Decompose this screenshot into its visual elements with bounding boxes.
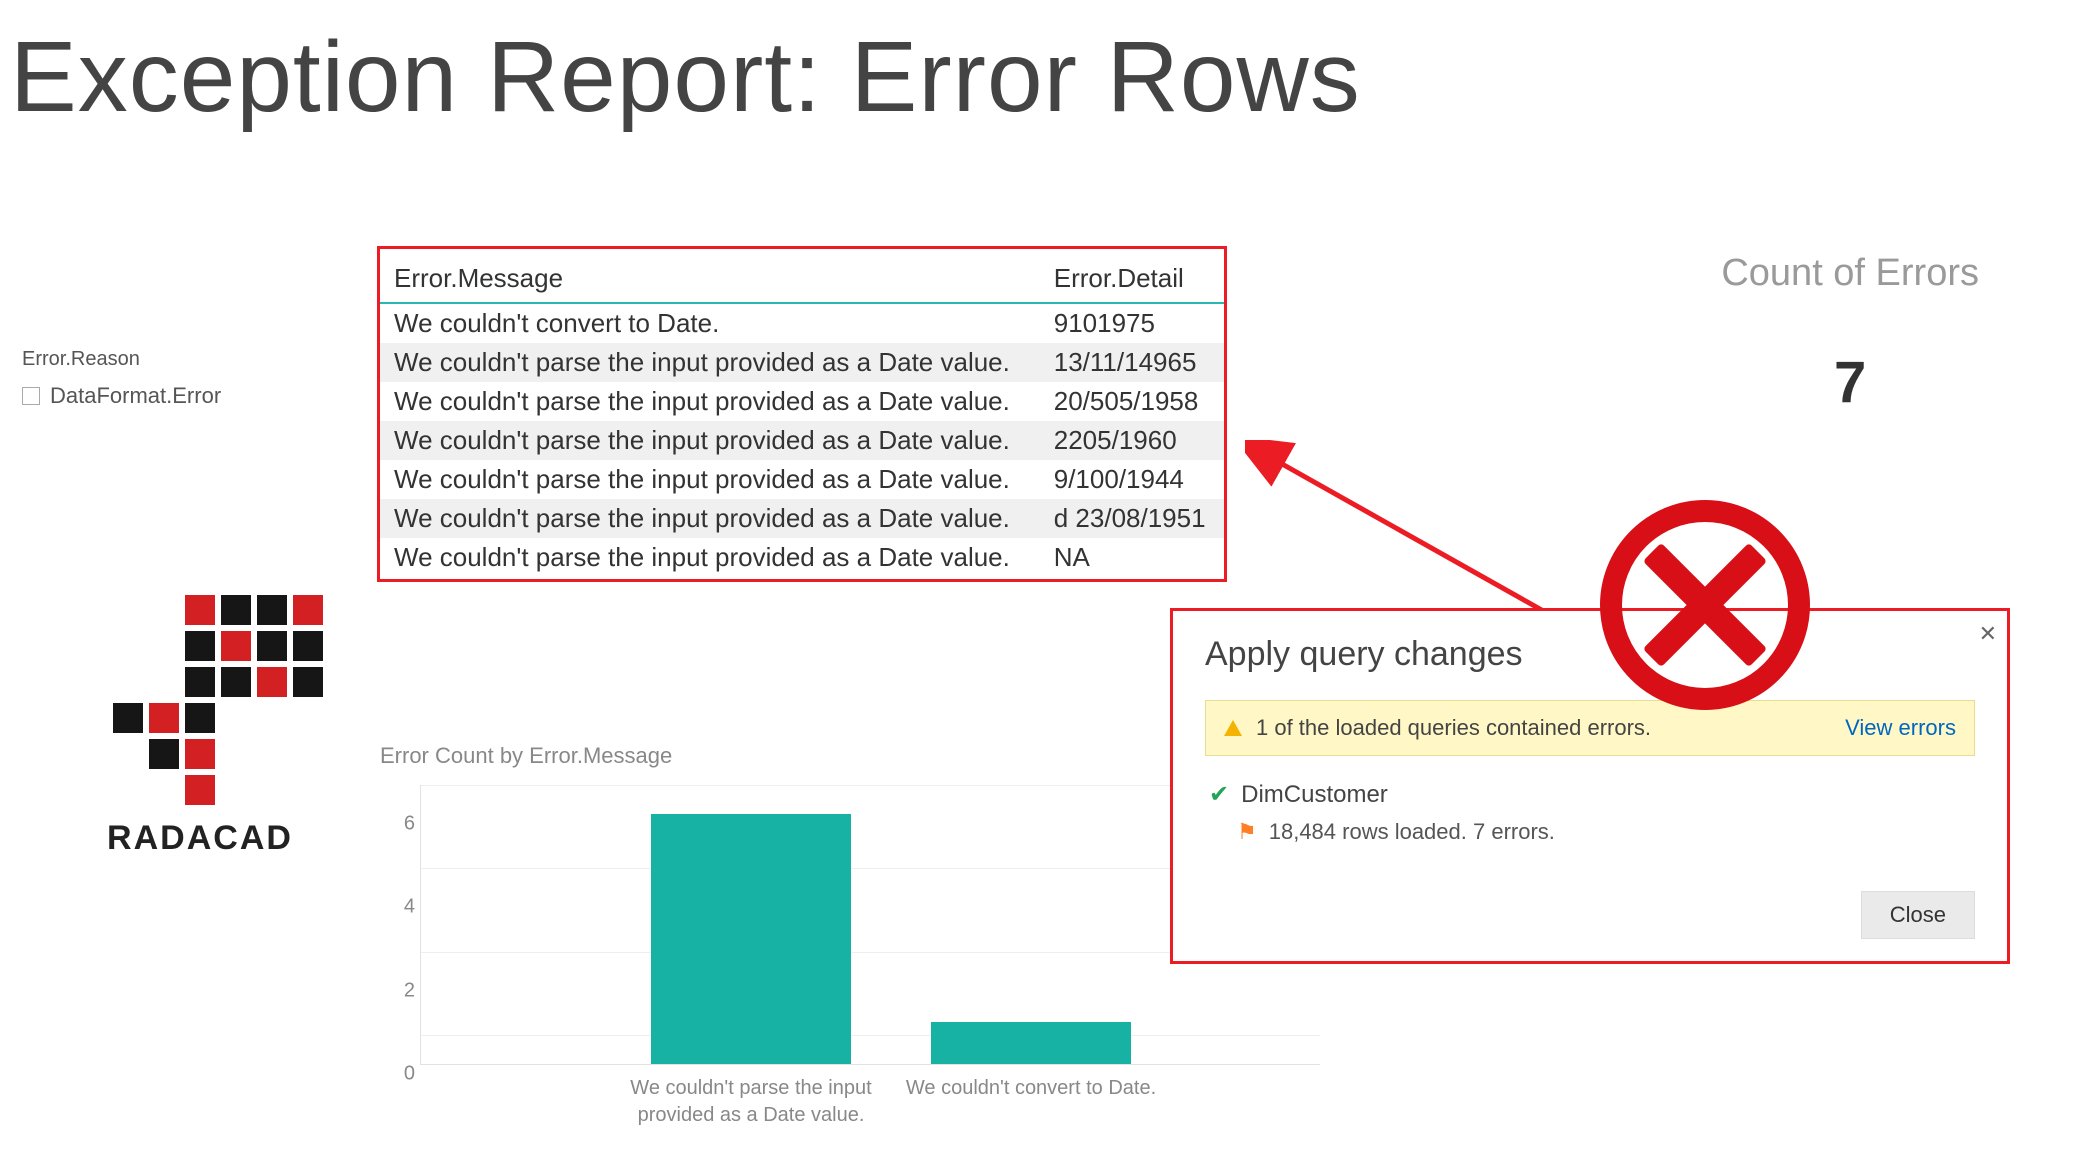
flag-icon: ⚑ [1237, 819, 1257, 845]
query-detail-text: 18,484 rows loaded. 7 errors. [1269, 819, 1555, 845]
cell-detail: 13/11/14965 [1040, 343, 1224, 382]
table-row[interactable]: We couldn't parse the input provided as … [380, 343, 1224, 382]
chart-bar[interactable] [931, 1022, 1131, 1064]
warning-text: 1 of the loaded queries contained errors… [1256, 715, 1651, 741]
checkbox-icon[interactable] [22, 387, 40, 405]
warning-icon [1224, 720, 1242, 736]
table-row[interactable]: We couldn't convert to Date.9101975 [380, 303, 1224, 343]
apply-query-changes-dialog: ✕ Apply query changes 1 of the loaded qu… [1170, 608, 2010, 964]
cell-detail: 9/100/1944 [1040, 460, 1224, 499]
warning-banner: 1 of the loaded queries contained errors… [1205, 700, 1975, 756]
y-axis-tick: 6 [381, 813, 415, 836]
cell-message: We couldn't parse the input provided as … [380, 382, 1040, 421]
y-axis-tick: 4 [381, 896, 415, 919]
count-of-errors-card: Count of Errors 7 [1721, 252, 1979, 416]
table-row[interactable]: We couldn't parse the input provided as … [380, 499, 1224, 538]
x-axis-label: We couldn't convert to Date. [901, 1075, 1161, 1102]
cell-message: We couldn't parse the input provided as … [380, 538, 1040, 577]
cell-message: We couldn't parse the input provided as … [380, 421, 1040, 460]
close-button[interactable]: Close [1861, 891, 1975, 939]
dialog-title: Apply query changes [1205, 635, 1975, 674]
error-table: Error.Message Error.Detail We couldn't c… [377, 246, 1227, 582]
close-icon[interactable]: ✕ [1979, 621, 1997, 647]
cell-detail: 20/505/1958 [1040, 382, 1224, 421]
table-row[interactable]: We couldn't parse the input provided as … [380, 421, 1224, 460]
logo-graphic [77, 595, 323, 805]
cell-detail: NA [1040, 538, 1224, 577]
slicer-item-dataformat-error[interactable]: DataFormat.Error [22, 383, 322, 409]
slicer-error-reason: Error.Reason DataFormat.Error [22, 348, 322, 409]
table-row[interactable]: We couldn't parse the input provided as … [380, 460, 1224, 499]
cell-message: We couldn't parse the input provided as … [380, 460, 1040, 499]
error-overlay-x-icon [1600, 500, 1810, 710]
query-name: DimCustomer [1241, 781, 1388, 809]
view-errors-link[interactable]: View errors [1845, 715, 1956, 741]
query-result-row: ✔ DimCustomer [1209, 780, 1975, 809]
cell-message: We couldn't parse the input provided as … [380, 499, 1040, 538]
card-title: Count of Errors [1721, 252, 1979, 295]
page-title: Exception Report: Error Rows [10, 20, 1361, 135]
query-detail-row: ⚑ 18,484 rows loaded. 7 errors. [1205, 819, 1975, 845]
radacad-logo: RADACAD [60, 595, 340, 858]
table-row[interactable]: We couldn't parse the input provided as … [380, 538, 1224, 577]
cell-detail: 9101975 [1040, 303, 1224, 343]
col-header-detail[interactable]: Error.Detail [1040, 255, 1224, 303]
y-axis-tick: 2 [381, 979, 415, 1002]
col-header-message[interactable]: Error.Message [380, 255, 1040, 303]
slicer-item-label: DataFormat.Error [50, 383, 221, 409]
logo-text: RADACAD [60, 819, 340, 858]
cell-message: We couldn't parse the input provided as … [380, 343, 1040, 382]
card-value: 7 [1721, 349, 1979, 416]
cell-message: We couldn't convert to Date. [380, 303, 1040, 343]
chart-bar[interactable] [651, 814, 851, 1064]
y-axis-tick: 0 [381, 1063, 415, 1086]
table-row[interactable]: We couldn't parse the input provided as … [380, 382, 1224, 421]
cell-detail: d 23/08/1951 [1040, 499, 1224, 538]
slicer-title: Error.Reason [22, 348, 322, 371]
cell-detail: 2205/1960 [1040, 421, 1224, 460]
x-axis-label: We couldn't parse the input provided as … [621, 1075, 881, 1129]
checkmark-icon: ✔ [1209, 780, 1229, 809]
